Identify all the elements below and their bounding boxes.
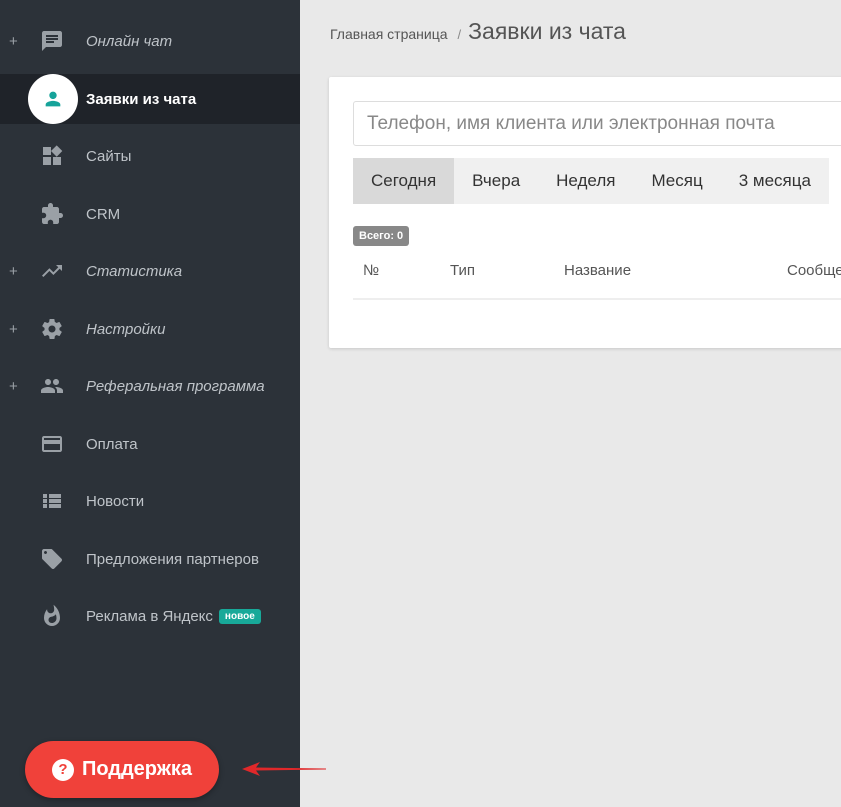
tab-week[interactable]: Неделя	[538, 158, 633, 204]
page-title: Заявки из чата	[468, 18, 626, 44]
tab-today[interactable]: Сегодня	[353, 158, 455, 204]
requests-card: Сегодня Вчера Неделя Месяц 3 месяца Всег…	[329, 77, 841, 348]
expand-icon[interactable]: +	[9, 33, 18, 50]
sidebar-item-partner-offers[interactable]: Предложения партнеров	[0, 534, 300, 584]
sidebar-item-label: Настройки	[86, 320, 166, 338]
sidebar-item-online-chat[interactable]: + Онлайн чат	[0, 16, 300, 66]
widgets-icon	[38, 142, 66, 170]
gear-icon	[38, 315, 66, 343]
trending-up-icon	[38, 257, 66, 285]
tab-month[interactable]: Месяц	[633, 158, 720, 204]
sidebar-item-label: Сайты	[86, 147, 132, 165]
column-header-type[interactable]: Тип	[450, 262, 475, 279]
sidebar-item-label: Реклама в Яндекс	[86, 607, 213, 625]
sidebar-item-label: Заявки из чата	[86, 90, 197, 108]
list-icon	[38, 487, 66, 515]
period-tabs: Сегодня Вчера Неделя Месяц 3 месяца	[353, 158, 829, 204]
sidebar-item-label: Статистика	[86, 262, 183, 280]
sidebar-item-news[interactable]: Новости	[0, 476, 300, 526]
chat-icon	[38, 27, 66, 55]
breadcrumb: Главная страница / Заявки из чата	[330, 18, 626, 45]
total-badge: Всего: 0	[353, 226, 410, 246]
tab-3-months[interactable]: 3 месяца	[721, 158, 829, 204]
sidebar-item-label: Предложения партнеров	[86, 550, 259, 568]
sidebar-item-statistics[interactable]: + Статистика	[0, 246, 300, 296]
expand-icon[interactable]: +	[9, 321, 18, 338]
breadcrumb-home-link[interactable]: Главная страница	[330, 26, 448, 42]
people-icon	[38, 372, 66, 400]
fire-icon	[38, 602, 66, 630]
column-header-message[interactable]: Сообщение	[787, 262, 841, 279]
sidebar-item-label: Новости	[86, 492, 145, 510]
tab-yesterday[interactable]: Вчера	[454, 158, 538, 204]
sidebar: + Онлайн чат Заявки из чата Сайты CRM + …	[0, 0, 300, 807]
breadcrumb-separator: /	[457, 27, 462, 42]
person-icon	[28, 74, 78, 124]
sidebar-item-settings[interactable]: + Настройки	[0, 304, 300, 354]
arrow-annotation-icon	[242, 762, 326, 776]
sidebar-item-yandex-ads[interactable]: Реклама в Яндекс новое	[0, 591, 300, 641]
sidebar-item-label: Реферальная программа	[86, 377, 265, 395]
sidebar-item-label: Онлайн чат	[86, 32, 173, 50]
expand-icon[interactable]: +	[9, 263, 18, 280]
sidebar-item-label: CRM	[86, 205, 121, 223]
column-header-name[interactable]: Название	[564, 262, 631, 279]
table-header-divider	[353, 298, 841, 300]
sidebar-item-chat-requests[interactable]: Заявки из чата	[0, 74, 300, 124]
credit-card-icon	[38, 430, 66, 458]
expand-icon[interactable]: +	[9, 378, 18, 395]
tag-icon	[38, 545, 66, 573]
support-button[interactable]: ? Поддержка	[25, 741, 219, 798]
sidebar-item-label-wrap: Реклама в Яндекс новое	[86, 608, 261, 625]
sidebar-item-referral[interactable]: + Реферальная программа	[0, 361, 300, 411]
column-header-number[interactable]: №	[363, 262, 379, 279]
sidebar-item-sites[interactable]: Сайты	[0, 131, 300, 181]
sidebar-item-label: Оплата	[86, 435, 138, 453]
puzzle-icon	[38, 200, 66, 228]
sidebar-item-payment[interactable]: Оплата	[0, 419, 300, 469]
search-input[interactable]	[353, 101, 841, 146]
new-badge: новое	[218, 608, 261, 624]
question-icon: ?	[51, 758, 74, 781]
support-label: Поддержка	[81, 758, 193, 780]
sidebar-item-crm[interactable]: CRM	[0, 189, 300, 239]
